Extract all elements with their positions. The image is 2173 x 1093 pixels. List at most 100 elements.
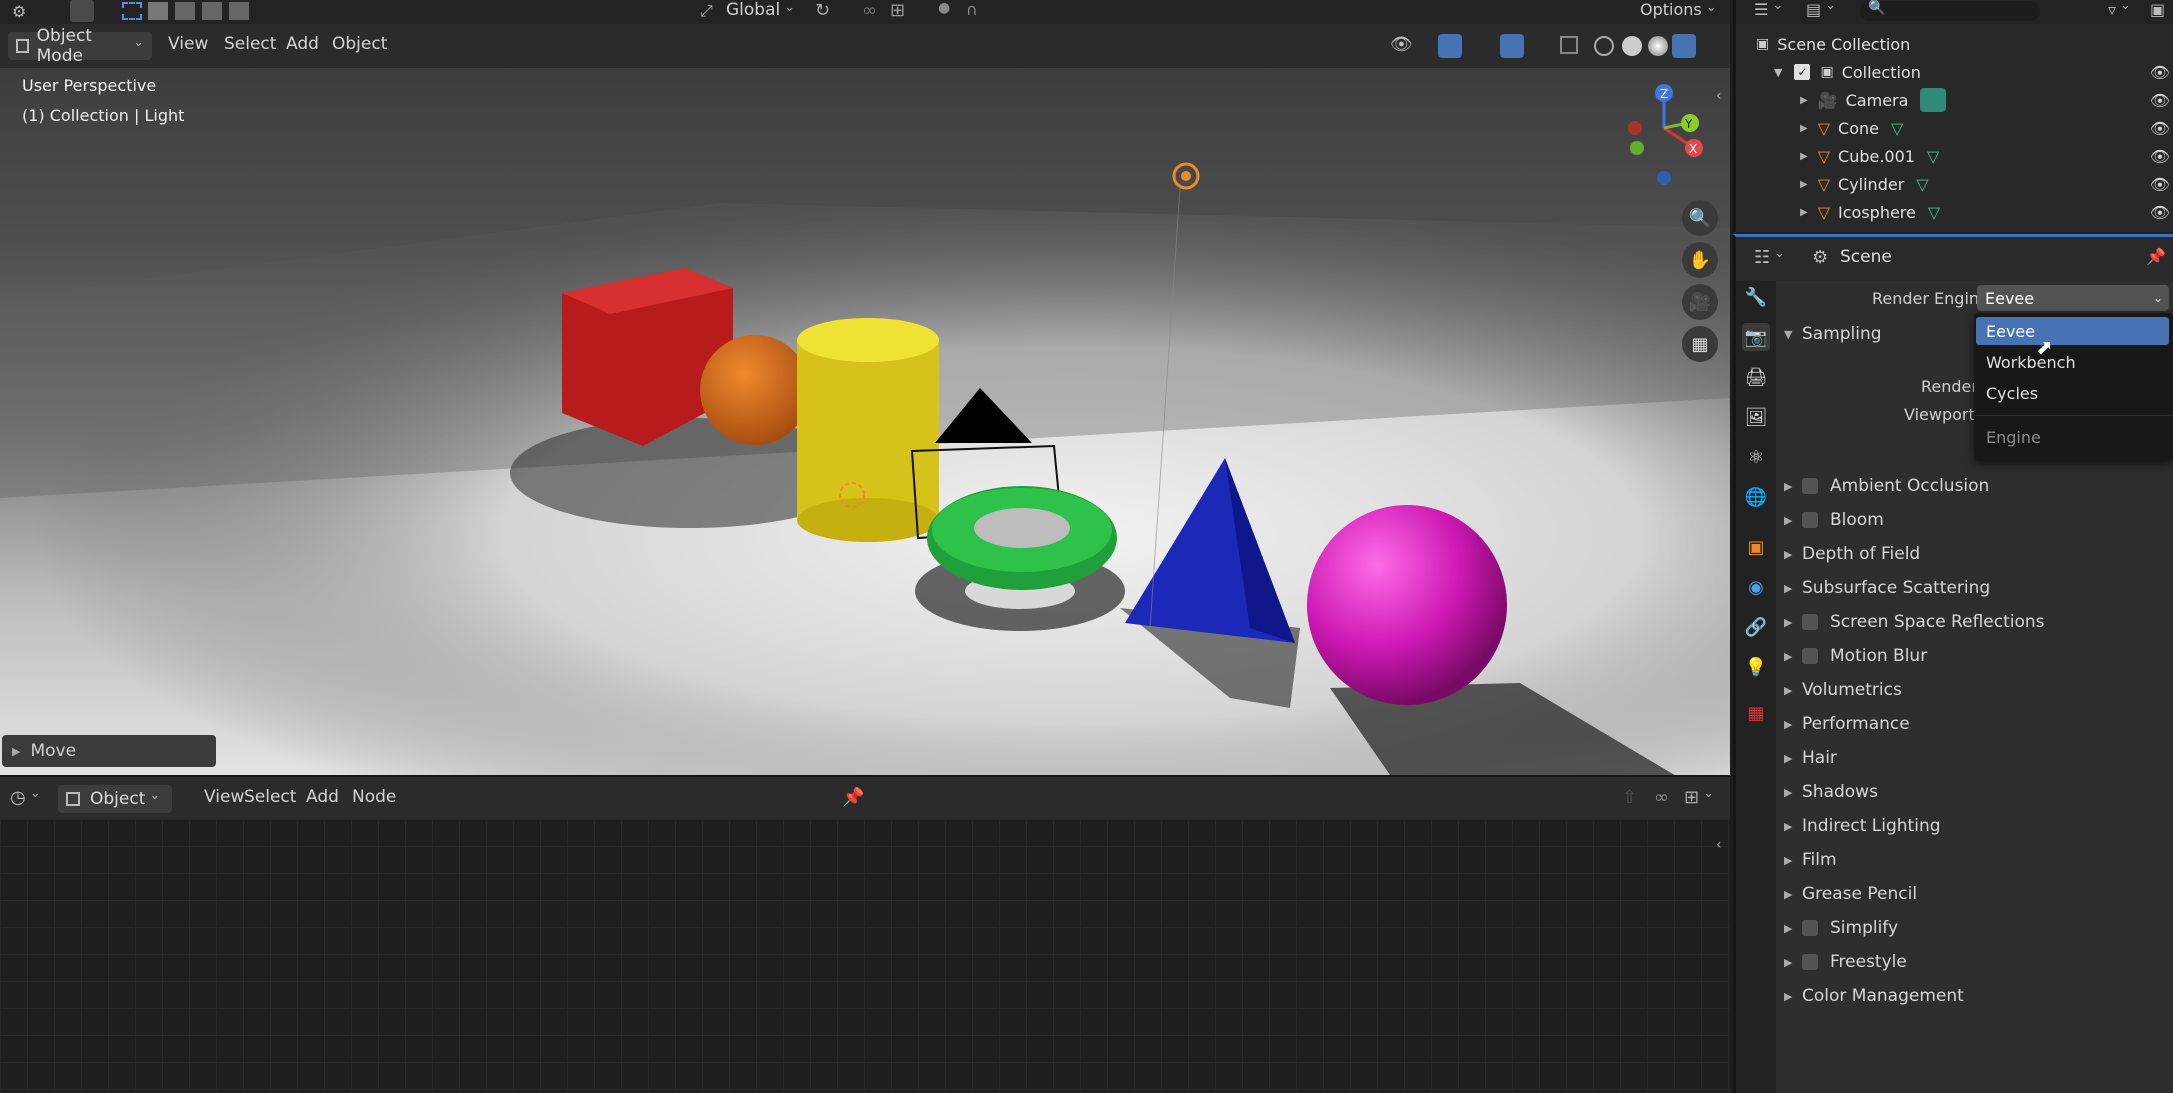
node-editor-type-icon[interactable]: ◷ [10,787,41,808]
node-menu-node[interactable]: Node [344,785,404,809]
filter-icon[interactable]: ▿ [2108,0,2131,19]
select-intersect-icon[interactable] [229,2,249,20]
visibility-eye-icon[interactable]: 👁 [2150,175,2170,194]
wireframe-shading-icon[interactable] [1594,36,1614,56]
node-snap-target-icon[interactable]: ⊞ [1684,787,1714,808]
parent-node-icon[interactable]: ⇧ [1622,787,1637,808]
magenta-sphere[interactable] [1307,505,1507,705]
object-tab-icon[interactable]: ▣ [1742,533,1770,561]
outliner-item-icosphere[interactable]: ▶ ▽ Icosphere ▽ 👁 [1736,198,2173,226]
outliner-collection-row[interactable]: ▼ ✓ ▣ Collection 👁 [1736,58,2173,86]
visibility-icon[interactable]: 👁 [1390,34,1413,55]
ortho-grid-icon[interactable]: ▦ [1682,326,1718,362]
panel-hair[interactable]: ▶ Hair [1784,743,1837,773]
panel-volumetrics[interactable]: ▶ Volumetrics [1784,675,1902,705]
last-operation-panel[interactable]: ▶ Move [2,735,216,767]
visibility-eye-icon[interactable]: 👁 [2150,119,2170,138]
outliner-item-camera[interactable]: ▶ 🎥 Camera 👁 [1736,86,2173,114]
panel-performance[interactable]: ▶ Performance [1784,709,1910,739]
panel-grease-pencil[interactable]: ▶ Grease Pencil [1784,879,1917,909]
panel-simplify[interactable]: ▶ Simplify [1784,913,1898,943]
menu-object[interactable]: Object [324,32,395,56]
gizmo-neg-z-button[interactable] [1657,171,1671,185]
texture-tab-icon[interactable]: ▦ [1742,699,1770,727]
pivot-point-icon[interactable]: ↻ [815,0,830,21]
sampling-panel-header[interactable]: ▼ Sampling [1784,319,1882,349]
yellow-cylinder[interactable] [797,340,939,520]
panel-motion-blur[interactable]: ▶ Motion Blur [1784,641,1927,671]
gizmo-neg-x-button[interactable] [1628,121,1642,135]
panel-screen-space-reflections[interactable]: ▶ Screen Space Reflections [1784,607,2045,637]
panel-checkbox[interactable] [1802,614,1818,630]
gizmo-toggle-icon[interactable] [1438,34,1462,58]
properties-type-icon[interactable]: ☷ [1754,247,1785,268]
light-data-tab-icon[interactable]: 💡 [1742,653,1770,681]
material-shading-icon[interactable] [1648,36,1668,56]
outliner-item-cube[interactable]: ▶ ▽ Cube.001 ▽ 👁 [1736,142,2173,170]
select-extend-icon[interactable] [148,2,168,20]
outliner-scene-collection[interactable]: ▣ Scene Collection [1736,30,2173,58]
engine-option-workbench[interactable]: Workbench [1976,348,2169,376]
tool-tab-icon[interactable]: 🔧 [1742,283,1770,311]
render-engine-select[interactable]: Eevee ⌄ [1977,285,2169,311]
mesh-data-icon[interactable]: ▽ [1928,203,1940,222]
zoom-icon[interactable]: 🔍 [1682,200,1718,236]
collapse-arrow-icon[interactable]: ▼ [1774,66,1782,79]
panel-film[interactable]: ▶ Film [1784,845,1837,875]
panel-bloom[interactable]: ▶ Bloom [1784,505,1884,535]
visibility-eye-icon[interactable]: 👁 [2150,203,2170,222]
visibility-eye-icon[interactable]: 👁 [2150,63,2170,82]
visibility-eye-icon[interactable]: 👁 [2150,91,2170,110]
transform-orientation-select[interactable]: Global [726,0,795,20]
camera-data-icon[interactable] [1920,88,1947,112]
node-sidebar-toggle-icon[interactable]: ‹ [1716,837,1722,853]
menu-select[interactable]: Select [216,32,284,56]
pin-icon[interactable]: 📌 [2146,247,2166,266]
expand-arrow-icon[interactable]: ▶ [1800,207,1808,218]
panel-color-management[interactable]: ▶ Color Management [1784,981,1964,1011]
proportional-edit-icon[interactable]: ● [938,0,950,16]
panel-checkbox[interactable] [1802,920,1818,936]
panel-indirect-lighting[interactable]: ▶ Indirect Lighting [1784,811,1941,841]
editor-type-icon[interactable]: ⚙ [12,2,26,21]
panel-checkbox[interactable] [1802,478,1818,494]
display-mode-icon[interactable]: ▤ [1806,0,1836,19]
menu-view[interactable]: View [160,32,216,56]
options-menu[interactable]: Options [1640,0,1717,19]
output-tab-icon[interactable]: 🖨 [1742,363,1770,391]
outliner-search-input[interactable] [1860,1,2040,21]
select-invert-icon[interactable] [202,2,222,20]
node-snap-icon[interactable]: ∞ [1654,787,1669,808]
view-layer-tab-icon[interactable]: 🖼 [1742,403,1770,431]
panel-ambient-occlusion[interactable]: ▶ Ambient Occlusion [1784,471,1989,501]
outliner-item-cone[interactable]: ▶ ▽ Cone ▽ 👁 [1736,114,2173,142]
rendered-shading-icon[interactable] [1672,34,1696,58]
outliner-type-icon[interactable]: ☰ [1754,0,1783,19]
outliner-item-cylinder[interactable]: ▶ ▽ Cylinder ▽ 👁 [1736,170,2173,198]
select-box-icon[interactable] [122,2,142,20]
scene-tab-icon[interactable]: ⚛ [1742,443,1770,471]
orange-icosphere[interactable] [700,335,810,445]
snap-target-icon[interactable]: ⊞ [890,0,905,21]
panel-shadows[interactable]: ▶ Shadows [1784,777,1878,807]
viewport-3d[interactable]: Z X Y User Perspective (1) Collection | … [0,68,1730,775]
mesh-data-icon[interactable]: ▽ [1916,175,1928,194]
mesh-data-icon[interactable]: ▽ [1927,147,1939,166]
collection-checkbox-icon[interactable]: ✓ [1794,64,1811,80]
camera-view-icon[interactable]: 🎥 [1682,284,1718,320]
node-type-select[interactable]: Object [58,785,172,813]
snap-icon[interactable]: ∞ [862,0,877,21]
expand-arrow-icon[interactable]: ▶ [1800,95,1808,106]
falloff-icon[interactable]: ∩ [966,0,978,19]
overlay-toggle-icon[interactable] [1500,34,1524,58]
constraints-tab-icon[interactable]: 🔗 [1742,613,1770,641]
mode-select[interactable]: Object Mode [8,26,152,66]
render-tab-icon[interactable]: 📷 [1742,323,1770,351]
physics-tab-icon[interactable]: ◉ [1742,573,1770,601]
xray-icon[interactable] [1560,36,1578,54]
solid-shading-icon[interactable] [1622,36,1642,56]
node-editor-canvas[interactable]: ‹ [0,819,1730,1093]
expand-arrow-icon[interactable]: ▶ [1800,179,1808,190]
pin-icon[interactable]: 📌 [842,787,864,808]
select-subtract-icon[interactable] [175,2,195,20]
